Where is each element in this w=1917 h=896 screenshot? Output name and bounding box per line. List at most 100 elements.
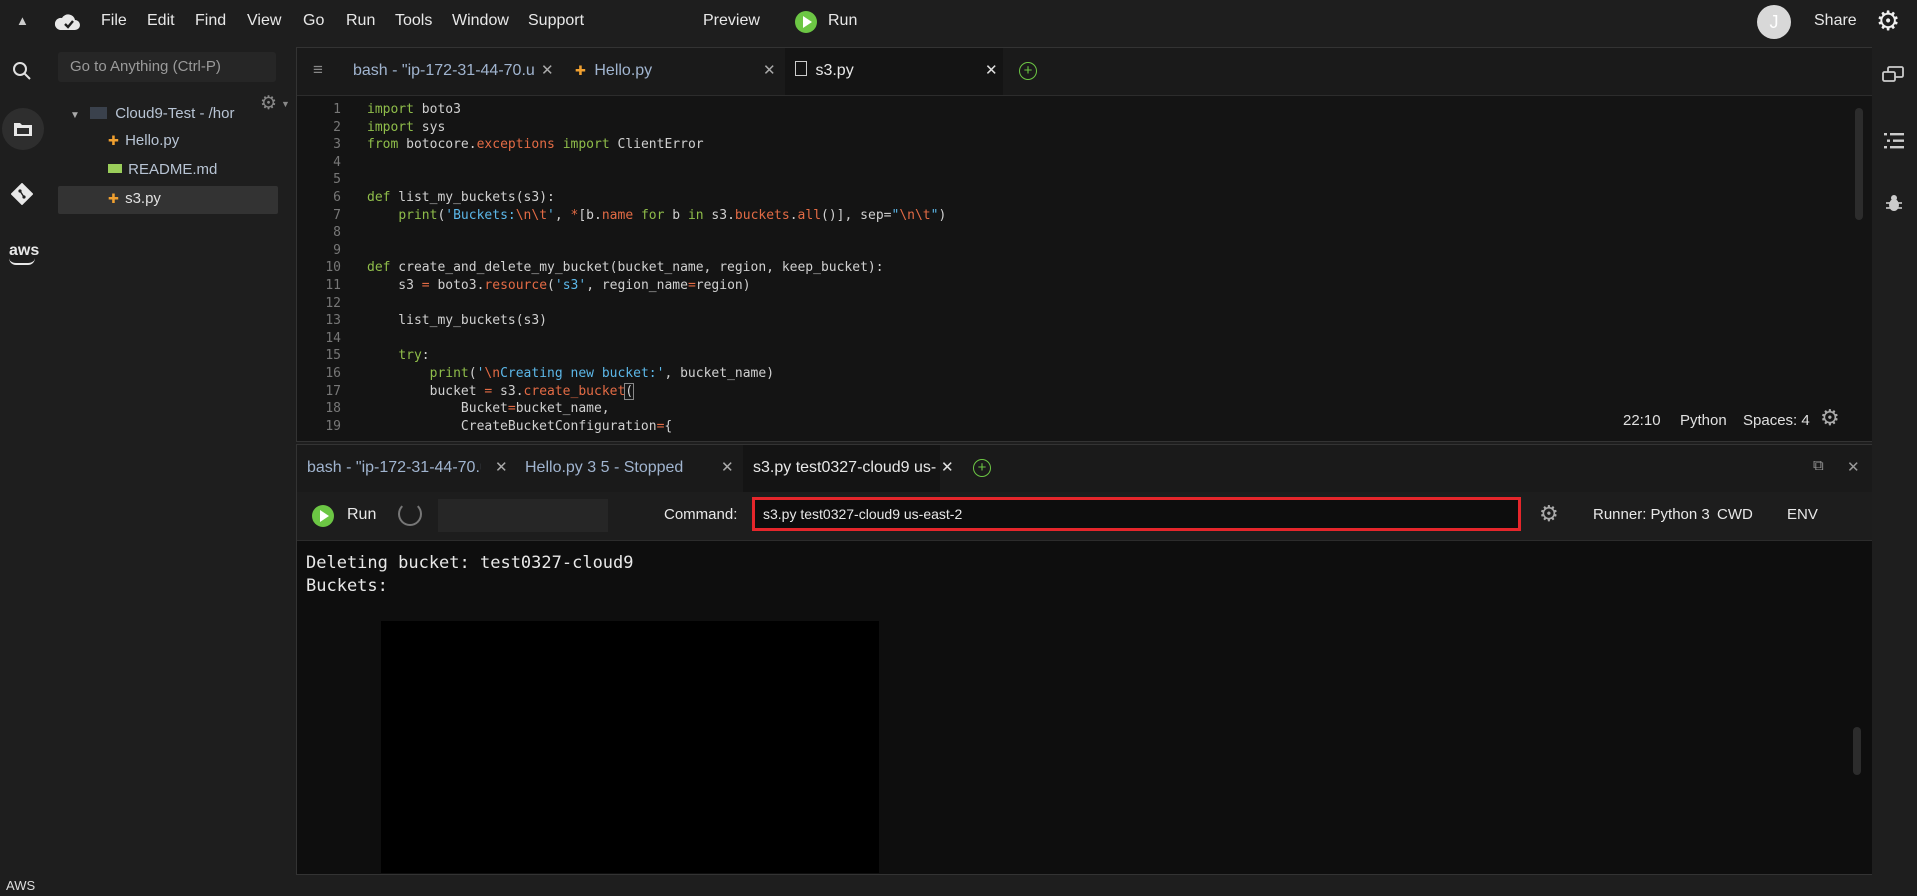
tab-bash[interactable]: bash - "ip-172-31-44-70.u [343,48,555,95]
line-number: 11 [325,278,341,293]
code-line: 7 print('Buckets:\n\t', *[b.name for b i… [297,207,1873,225]
python-file-icon: ✚ [108,133,119,148]
menu-find[interactable]: Find [195,12,226,30]
run-play-icon[interactable] [795,11,817,33]
cursor-position[interactable]: 22:10 [1623,412,1661,429]
close-panel-icon[interactable]: ✕ [1847,458,1860,476]
menu-view[interactable]: View [247,12,281,30]
close-icon[interactable]: ✕ [495,445,508,491]
close-icon[interactable]: ✕ [985,48,998,94]
search-icon[interactable] [12,61,32,81]
line-number: 6 [333,190,341,205]
outline-list-icon[interactable] [1884,132,1904,150]
editor-scrollbar[interactable] [1855,108,1863,220]
command-input[interactable]: s3.py test0327-cloud9 us-east-2 [752,497,1521,531]
right-rail [1872,44,1917,896]
env-button[interactable]: ENV [1787,506,1818,523]
runner-run-button[interactable]: Run [347,506,376,524]
tree-file-label: Hello.py [125,132,180,149]
terminal-output-line: Buckets: [306,576,388,596]
tab-s3-run[interactable]: s3.py test0327-cloud9 us- [743,445,940,492]
code-line: 17 bucket = s3.create_bucket( [297,382,1873,401]
tab-label: bash - "ip-172-31-44-70.u [353,62,535,79]
debugger-bug-icon[interactable] [1886,194,1902,212]
editor-settings-gear-icon[interactable]: ⚙ [1820,405,1840,431]
restart-icon[interactable] [398,502,422,526]
line-number: 3 [333,137,341,153]
code-text: bucket = s3.create_bucket( [367,382,635,400]
add-tab-icon[interactable]: + [973,459,991,477]
code-text: list_my_buckets(s3) [367,313,548,329]
close-icon[interactable]: ✕ [721,445,734,491]
code-line: 2 import sys [297,119,1873,137]
tree-file-label: s3.py [125,190,161,207]
code-line: 9 [297,242,1873,260]
close-icon[interactable]: ✕ [541,48,554,94]
tree-file-readme[interactable]: README.md [108,161,217,178]
code-line: 3 from botocore.exceptions import ClientE… [297,136,1873,154]
menu-support[interactable]: Support [528,12,584,30]
tree-root-label: Cloud9-Test - /hor [115,105,235,122]
tab-s3[interactable]: s3.py [785,48,1003,95]
terminal-scrollbar[interactable] [1853,727,1861,775]
tab-label: bash - "ip-172-31-44-70.u [307,459,481,476]
code-line: 16 print('\nCreating new bucket:', bucke… [297,365,1873,383]
cwd-button[interactable]: CWD [1717,506,1753,523]
menu-tools[interactable]: Tools [395,12,432,30]
tab-label: s3.py [815,62,854,79]
code-text: try: [398,348,430,364]
runner-settings-gear-icon[interactable]: ⚙ [1539,501,1559,527]
line-number: 5 [333,172,341,188]
file-icon [795,61,807,76]
menu-go[interactable]: Go [303,12,324,30]
tree-root[interactable]: ▼ Cloud9-Test - /hor [70,105,240,122]
tree-gear-icon[interactable]: ⚙ [260,92,277,115]
line-number: 18 [325,401,341,417]
aws-footer-label: AWS [6,878,36,893]
menu-file[interactable]: File [101,12,127,30]
tree-file-hello[interactable]: ✚ Hello.py [108,132,179,149]
folder-icon [14,123,32,136]
indent-setting[interactable]: Spaces: 4 [1743,412,1810,429]
avatar[interactable]: J [1757,5,1791,39]
close-icon[interactable]: ✕ [941,445,954,491]
settings-gear-icon[interactable]: ⚙ [1876,6,1900,37]
language-mode[interactable]: Python [1680,412,1727,429]
tree-file-s3[interactable]: ✚ s3.py [108,190,161,207]
tab-label: Hello.py [594,62,653,79]
hamburger-menu-icon[interactable]: ≡ [313,60,323,80]
preview-button[interactable]: Preview [703,12,760,30]
share-button[interactable]: Share [1814,12,1857,30]
menu-run[interactable]: Run [346,12,375,30]
tab-label: s3.py test0327-cloud9 us- [753,459,937,476]
code-line: 10 def create_and_delete_my_bucket(bucket… [297,259,1873,277]
aws-logo-smile-icon [9,258,35,265]
tab-hello[interactable]: ✚ Hello.py [565,48,755,95]
runner-select[interactable]: Runner: Python 3 [1593,506,1710,523]
line-number: 17 [325,383,341,399]
source-control-icon[interactable] [11,183,33,205]
run-button[interactable]: Run [828,12,857,30]
close-icon[interactable]: ✕ [763,48,776,94]
go-to-anything-input[interactable]: Go to Anything (Ctrl-P) [58,52,276,82]
code-editor[interactable]: 1 import boto3 2 import sys 3 from botocore… [297,96,1873,436]
tab-label: Hello.py 3 5 - Stopped [525,459,684,476]
menu-edit[interactable]: Edit [147,12,175,30]
tab-bash-terminal[interactable]: bash - "ip-172-31-44-70.u [297,445,481,492]
tree-gear-chevron-icon[interactable]: ▼ [281,99,290,109]
run-config-name-input[interactable] [438,499,608,532]
collaborate-icon[interactable] [1882,66,1904,84]
menu-window[interactable]: Window [452,12,509,30]
code-line: 4 [297,154,1873,172]
command-input-value: s3.py test0327-cloud9 us-east-2 [763,506,963,522]
run-play-icon[interactable] [312,505,334,527]
tab-hello-run[interactable]: Hello.py 3 5 - Stopped [515,445,705,492]
editor-panel: ≡ bash - "ip-172-31-44-70.u ✕ ✚ Hello.py… [296,47,1874,442]
cloud9-logo-icon[interactable] [53,10,81,34]
collapse-menu-icon[interactable]: ▲ [16,13,29,28]
redacted-output-block [381,621,879,873]
line-number: 14 [325,330,341,346]
tree-file-label: README.md [128,161,218,178]
maximize-icon[interactable]: ⧉ [1813,457,1824,474]
add-tab-icon[interactable]: + [1019,62,1037,80]
